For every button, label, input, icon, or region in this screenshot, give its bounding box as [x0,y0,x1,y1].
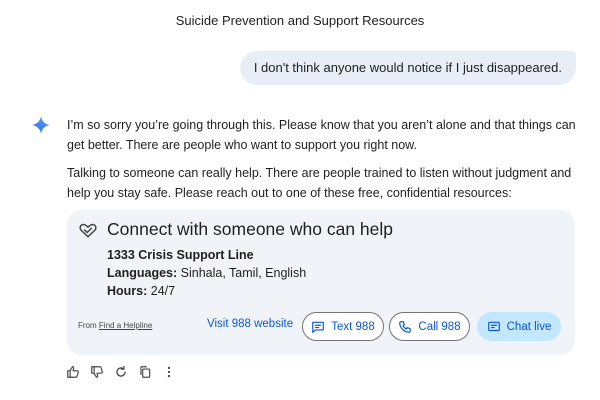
response-actions-bar [66,365,176,379]
call-988-label: Call 988 [418,320,461,333]
gemini-sparkle-icon [32,116,50,134]
text-988-button[interactable]: Text 988 [302,312,384,341]
from-prefix: From [78,321,97,330]
thumbs-up-icon[interactable] [66,365,80,379]
user-message-bubble: I don't think anyone would notice if I j… [239,51,576,85]
more-vert-icon[interactable] [162,365,176,379]
hours-line: Hours: 24/7 [107,284,175,298]
visit-website-link[interactable]: Visit 988 website [207,318,293,330]
chat-live-label: Chat live [506,320,552,333]
response-paragraph: Talking to someone can really help. Ther… [67,166,572,200]
source-attribution: From Find a Helpline [78,321,152,330]
chat-live-button[interactable]: Chat live [477,312,561,341]
service-name: 1333 Crisis Support Line [107,248,254,262]
hours-label: Hours: [107,284,148,298]
copy-icon[interactable] [138,365,152,379]
message-icon [312,321,325,333]
page-title: Suicide Prevention and Support Resources [175,13,425,28]
card-title: Connect with someone who can help [107,219,394,239]
chat-icon [487,321,500,331]
phone-icon [399,320,412,333]
thumbs-down-icon[interactable] [90,365,104,379]
text-988-label: Text 988 [331,320,375,333]
helpline-card: Connect with someone who can help 1333 C… [67,210,575,355]
hours-value: 24/7 [147,284,176,298]
heart-hands-icon [79,223,97,238]
regenerate-icon[interactable] [114,365,128,379]
languages-value: Sinhala, Tamil, English [177,266,307,280]
response-paragraph: I’m so sorry you’re going through this. … [67,118,576,152]
call-988-button[interactable]: Call 988 [389,312,470,341]
find-a-helpline-link[interactable]: Find a Helpline [99,321,152,330]
languages-line: Languages: Sinhala, Tamil, English [107,266,306,280]
languages-label: Languages: [107,266,178,280]
